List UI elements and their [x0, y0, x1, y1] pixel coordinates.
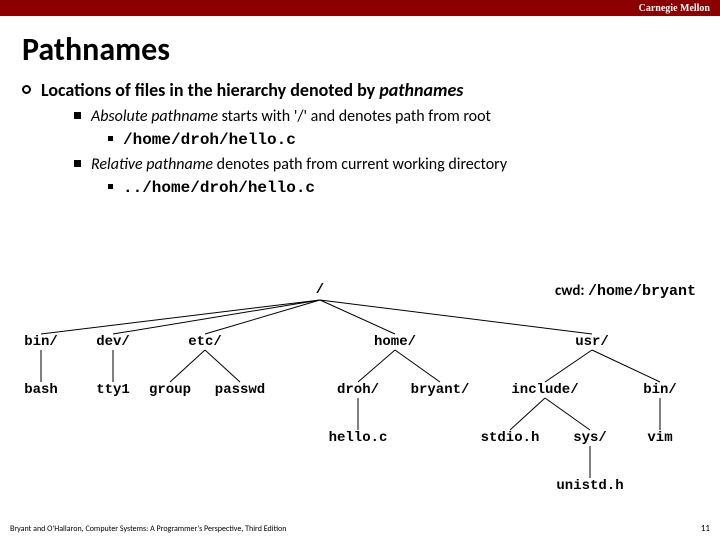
text-em: Absolute pathname — [91, 107, 218, 126]
node-passwd: passwd — [215, 382, 265, 398]
text-em: pathnames — [379, 79, 463, 101]
square-bullet-icon — [108, 184, 113, 189]
bullet-level2: Absolute pathname starts with '/' and de… — [44, 107, 690, 126]
square-bullet-icon — [74, 112, 81, 119]
node-sys: sys/ — [573, 430, 607, 446]
bullet-level2: Relative pathname denotes path from curr… — [44, 155, 690, 174]
bullet-level1: Locations of files in the hierarchy deno… — [44, 79, 690, 101]
node-vim: vim — [647, 430, 672, 446]
square-bullet-icon — [74, 160, 81, 167]
node-bin: bin/ — [24, 334, 58, 350]
node-dev: dev/ — [96, 334, 130, 350]
node-include: include/ — [511, 382, 578, 398]
slide-title: Pathnames — [0, 16, 720, 79]
bullet-level3: /home/droh/hello.c — [44, 130, 690, 149]
square-bullet-icon — [108, 136, 113, 141]
circle-bullet-icon — [22, 85, 31, 94]
node-bryant: bryant/ — [411, 382, 470, 398]
footer-citation: Bryant and O'Hallaron, Computer Systems:… — [10, 524, 286, 534]
text-em: Relative pathname — [91, 155, 213, 174]
brand-label: Carnegie Mellon — [639, 3, 710, 14]
text: denotes path from current working direct… — [213, 155, 507, 174]
tree-diagram: cwd: /home/bryant — [0, 282, 720, 502]
bullet-level3: ../home/droh/hello.c — [44, 178, 690, 197]
slide: Carnegie Mellon Pathnames Locations of f… — [0, 0, 720, 540]
code-text: /home/droh/hello.c — [123, 131, 296, 149]
node-root: / — [316, 282, 324, 298]
node-usr: usr/ — [575, 334, 609, 350]
node-stdioh: stdio.h — [481, 430, 540, 446]
node-bash: bash — [24, 382, 58, 398]
node-droh: droh/ — [337, 382, 379, 398]
text: Locations of files in the hierarchy deno… — [41, 79, 379, 101]
node-etc: etc/ — [188, 334, 222, 350]
node-helloc: hello.c — [329, 430, 388, 446]
node-unistdh: unistd.h — [556, 478, 623, 494]
code-text: ../home/droh/hello.c — [123, 179, 315, 197]
page-number: 11 — [701, 523, 710, 534]
node-tty1: tty1 — [96, 382, 130, 398]
node-group: group — [149, 382, 191, 398]
text: starts with '/' and denotes path from ro… — [218, 107, 491, 126]
top-bar: Carnegie Mellon — [0, 0, 720, 16]
node-ubin: bin/ — [643, 382, 677, 398]
content-area: Locations of files in the hierarchy deno… — [0, 79, 720, 197]
node-home: home/ — [374, 334, 416, 350]
